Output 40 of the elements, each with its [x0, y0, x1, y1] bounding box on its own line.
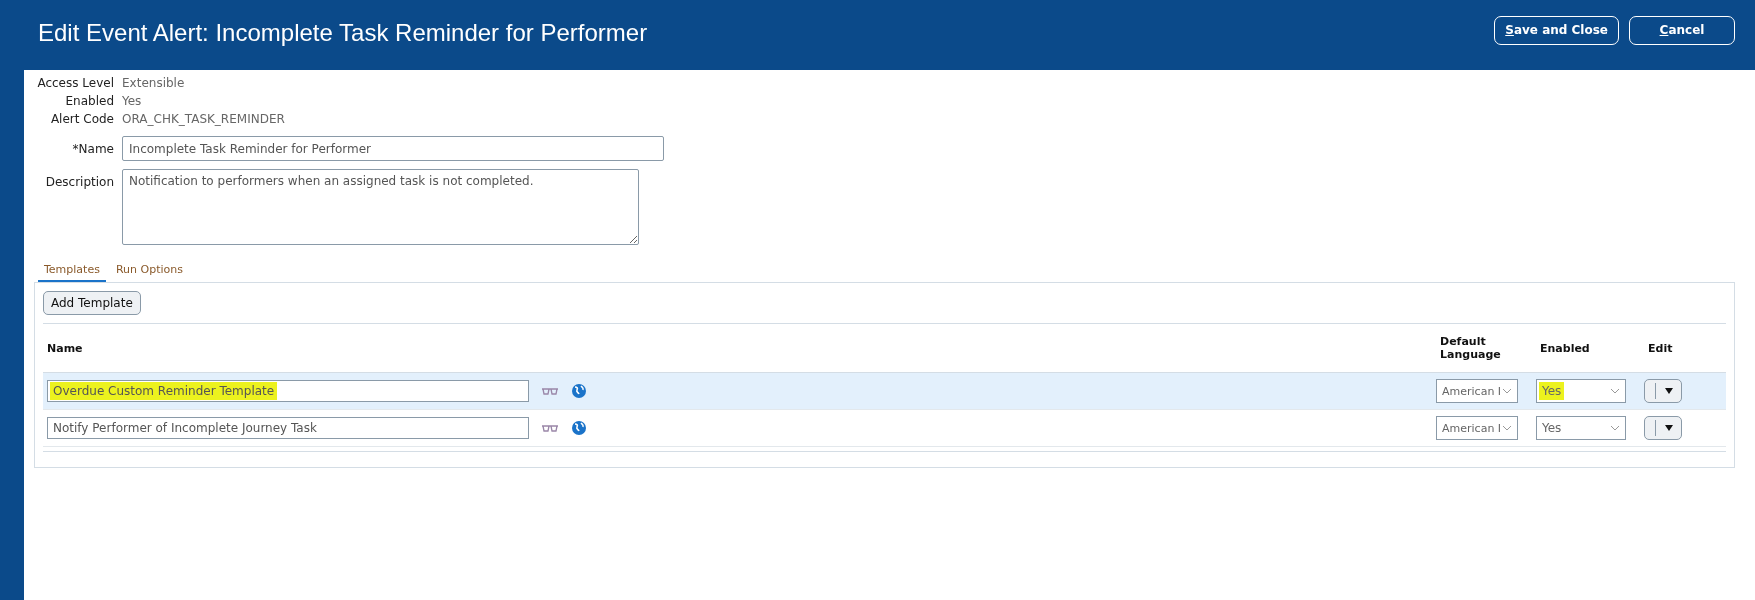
column-header: Default Language — [1439, 335, 1502, 361]
column-header: Enabled — [1539, 341, 1591, 355]
field-label: Enabled — [65, 94, 114, 108]
edit-menu-button[interactable] — [1644, 416, 1682, 440]
language-dropdown[interactable]: American I — [1436, 416, 1518, 440]
field-label: Alert Code — [50, 112, 114, 126]
add-template-button[interactable]: Add Template — [43, 291, 141, 315]
enabled-dropdown[interactable]: Yes — [1536, 379, 1626, 403]
page-title: Edit Event Alert: Incomplete Task Reminder for Performer — [38, 19, 648, 47]
glasses-icon[interactable] — [541, 422, 559, 434]
dropdown-arrow-icon — [1664, 388, 1674, 394]
chevron-down-icon — [1610, 388, 1620, 394]
enabled-dropdown[interactable]: Yes — [1536, 416, 1626, 440]
field-label: Description — [45, 175, 114, 189]
column-header: Edit — [1647, 341, 1674, 355]
name-field[interactable]: Incomplete Task Reminder for Performer — [122, 136, 664, 161]
field-value: Extensible — [122, 76, 185, 90]
glasses-icon[interactable] — [541, 385, 559, 397]
field-label: *Name — [72, 141, 114, 156]
tab[interactable]: Templates — [38, 259, 106, 282]
globe-icon[interactable] — [571, 420, 587, 436]
table-row[interactable]: Notify Performer of Incomplete Journey Task American I Yes — [43, 410, 1726, 447]
field-value: Yes — [122, 94, 142, 108]
chevron-down-icon — [1502, 425, 1512, 431]
template-name-field[interactable]: Overdue Custom Reminder Template — [47, 380, 529, 402]
header-button[interactable]: Cancel — [1629, 15, 1735, 45]
tab[interactable]: Run Options — [109, 259, 189, 282]
description-field[interactable]: Notification to performers when an assigned task is not completed. — [122, 169, 639, 245]
language-dropdown[interactable]: American I — [1436, 379, 1518, 403]
edit-menu-button[interactable] — [1644, 379, 1682, 403]
globe-icon[interactable] — [571, 383, 587, 399]
field-value: ORA_CHK_TASK_REMINDER — [122, 112, 285, 126]
column-header: Name — [46, 341, 84, 355]
template-name-field[interactable]: Notify Performer of Incomplete Journey Task — [47, 417, 529, 439]
chevron-down-icon — [1610, 425, 1620, 431]
chevron-down-icon — [1502, 388, 1512, 394]
table-row[interactable]: Overdue Custom Reminder Template American I Yes — [43, 373, 1726, 410]
header-button[interactable]: Save and Close — [1494, 15, 1619, 45]
dropdown-arrow-icon — [1664, 425, 1674, 431]
field-label: Access Level — [37, 76, 114, 90]
